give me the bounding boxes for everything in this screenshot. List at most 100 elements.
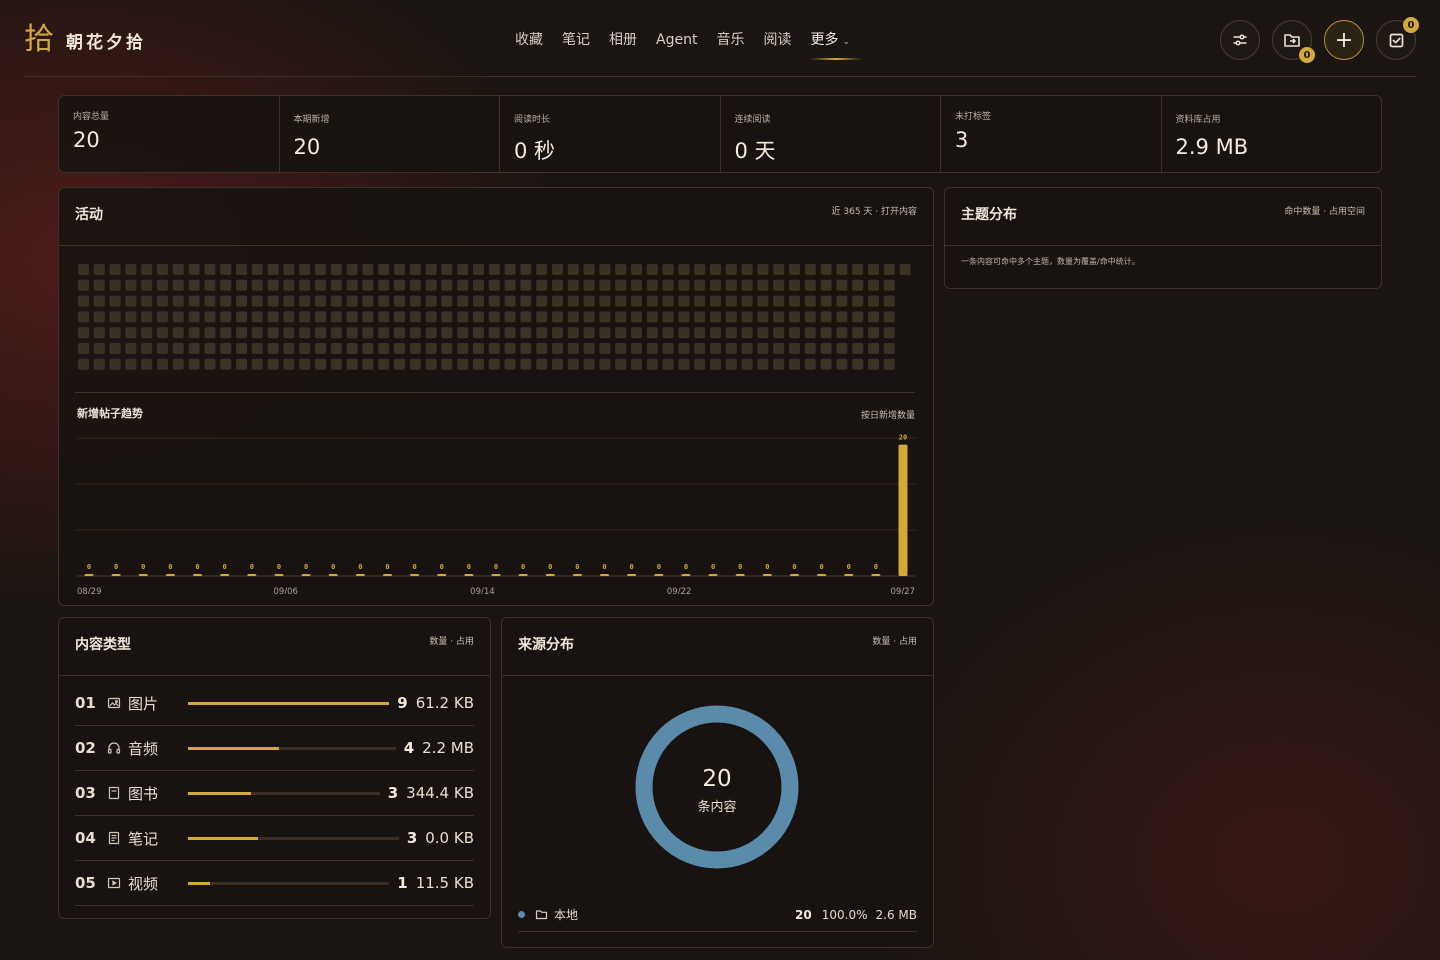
heatmap-cell[interactable] (552, 343, 563, 354)
heatmap-cell[interactable] (567, 343, 579, 354)
heatmap-cell[interactable] (251, 343, 263, 354)
nav-item-favorites[interactable]: 收藏 (515, 30, 543, 50)
heatmap-cell[interactable] (520, 311, 532, 323)
heatmap-cell[interactable] (93, 327, 105, 339)
heatmap-cell[interactable] (694, 327, 706, 339)
heatmap-cell[interactable] (157, 264, 168, 275)
heatmap-cell[interactable] (757, 343, 769, 354)
heatmap-cell[interactable] (646, 343, 658, 354)
heatmap-cell[interactable] (236, 264, 247, 275)
heatmap-cell[interactable] (646, 295, 658, 307)
heatmap-cell[interactable] (346, 311, 358, 323)
heatmap-cell[interactable] (157, 343, 168, 354)
type-row-audio[interactable]: 02 音频 4 2.2 MB (75, 726, 474, 771)
heatmap-cell[interactable] (362, 295, 374, 307)
heatmap-cell[interactable] (804, 264, 816, 275)
heatmap-cell[interactable] (662, 343, 674, 354)
heatmap-cell[interactable] (536, 358, 548, 370)
heatmap-cell[interactable] (330, 295, 342, 307)
heatmap-cell[interactable] (409, 295, 421, 307)
heatmap-cell[interactable] (646, 327, 658, 339)
heatmap-cell[interactable] (204, 279, 216, 291)
heatmap-cell[interactable] (267, 343, 279, 354)
heatmap-cell[interactable] (236, 358, 247, 370)
trend-bar[interactable] (464, 574, 474, 576)
heatmap-cell[interactable] (267, 264, 279, 275)
heatmap-cell[interactable] (883, 343, 895, 354)
heatmap-cell[interactable] (504, 295, 516, 307)
trend-bar[interactable] (165, 574, 175, 576)
type-row-image[interactable]: 01 图片 9 61.2 KB (75, 681, 474, 726)
heatmap-cell[interactable] (804, 279, 816, 291)
heatmap-cell[interactable] (757, 279, 769, 291)
heatmap-cell[interactable] (457, 327, 469, 339)
heatmap-cell[interactable] (741, 358, 753, 370)
heatmap-cell[interactable] (552, 264, 563, 275)
heatmap-cell[interactable] (646, 311, 658, 323)
trend-bar[interactable] (600, 574, 610, 576)
heatmap-cell[interactable] (820, 358, 832, 370)
heatmap-cell[interactable] (773, 264, 785, 275)
trend-bar[interactable] (84, 574, 94, 576)
trend-bar[interactable] (898, 444, 908, 576)
heatmap-cell[interactable] (567, 358, 579, 370)
heatmap-cell[interactable] (836, 343, 848, 354)
heatmap-cell[interactable] (394, 311, 405, 323)
heatmap-cell[interactable] (488, 295, 500, 307)
heatmap-cell[interactable] (836, 279, 848, 291)
type-row-book[interactable]: 03 图书 3 344.4 KB (75, 771, 474, 816)
heatmap-cell[interactable] (868, 327, 879, 339)
heatmap-cell[interactable] (141, 358, 153, 370)
heatmap-cell[interactable] (662, 295, 674, 307)
heatmap-cell[interactable] (836, 311, 848, 323)
heatmap-cell[interactable] (220, 327, 232, 339)
heatmap-cell[interactable] (710, 295, 721, 307)
nav-item-music[interactable]: 音乐 (716, 30, 744, 50)
heatmap-cell[interactable] (109, 358, 121, 370)
heatmap-cell[interactable] (615, 327, 627, 339)
heatmap-cell[interactable] (694, 279, 706, 291)
heatmap-cell[interactable] (773, 279, 785, 291)
heatmap-cell[interactable] (488, 279, 500, 291)
heatmap-cell[interactable] (441, 343, 453, 354)
heatmap-cell[interactable] (330, 279, 342, 291)
trend-bar[interactable] (138, 574, 148, 576)
heatmap-cell[interactable] (315, 279, 326, 291)
heatmap-cell[interactable] (615, 358, 627, 370)
heatmap-cell[interactable] (852, 358, 864, 370)
heatmap-cell[interactable] (836, 358, 848, 370)
heatmap-cell[interactable] (267, 279, 279, 291)
heatmap-cell[interactable] (220, 295, 232, 307)
heatmap-cell[interactable] (536, 279, 548, 291)
heatmap-cell[interactable] (78, 311, 89, 323)
heatmap-cell[interactable] (267, 358, 279, 370)
heatmap-cell[interactable] (836, 327, 848, 339)
heatmap-cell[interactable] (425, 327, 437, 339)
heatmap-cell[interactable] (330, 327, 342, 339)
heatmap-cell[interactable] (394, 358, 405, 370)
heatmap-cell[interactable] (852, 295, 864, 307)
heatmap-cell[interactable] (552, 295, 563, 307)
type-row-video[interactable]: 05 视频 1 11.5 KB (75, 861, 474, 906)
heatmap-cell[interactable] (725, 279, 737, 291)
trend-bar[interactable] (817, 574, 827, 576)
heatmap-cell[interactable] (78, 295, 89, 307)
heatmap-cell[interactable] (299, 264, 311, 275)
heatmap-cell[interactable] (583, 279, 595, 291)
heatmap-cell[interactable] (125, 327, 137, 339)
heatmap-cell[interactable] (330, 358, 342, 370)
heatmap-cell[interactable] (804, 327, 816, 339)
nav-item-album[interactable]: 相册 (609, 30, 637, 50)
heatmap-cell[interactable] (473, 327, 484, 339)
heatmap-cell[interactable] (710, 358, 721, 370)
heatmap-cell[interactable] (425, 311, 437, 323)
heatmap-cell[interactable] (346, 295, 358, 307)
heatmap-cell[interactable] (346, 279, 358, 291)
settings-button[interactable] (1220, 20, 1260, 60)
heatmap-cell[interactable] (694, 264, 706, 275)
type-row-note[interactable]: 04 笔记 3 0.0 KB (75, 816, 474, 861)
heatmap-cell[interactable] (883, 295, 895, 307)
heatmap-cell[interactable] (330, 343, 342, 354)
heatmap-cell[interactable] (757, 295, 769, 307)
heatmap-cell[interactable] (93, 358, 105, 370)
